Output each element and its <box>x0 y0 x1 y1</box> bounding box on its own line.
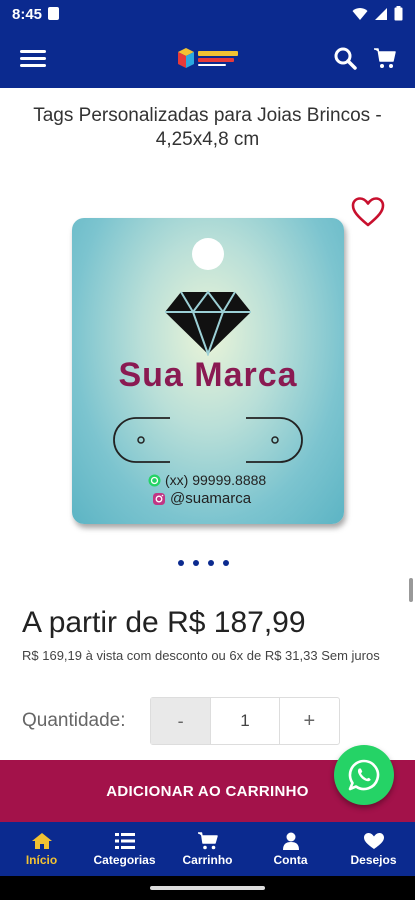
nav-label: Início <box>25 852 58 867</box>
quantity-stepper: - 1 + <box>150 697 340 745</box>
whatsapp-button[interactable] <box>334 745 394 805</box>
installments-text: R$ 169,19 à vista com desconto ou 6x de … <box>22 648 380 663</box>
scrollbar[interactable] <box>409 578 413 602</box>
tag-phone-text: (xx) 99999.8888 <box>165 472 267 488</box>
quantity-decrease-button[interactable]: - <box>151 698 211 744</box>
nav-item-carrinho[interactable]: Carrinho <box>166 822 249 876</box>
tag-hole <box>192 238 224 270</box>
carousel-dot[interactable] <box>208 560 214 566</box>
signal-icon <box>375 7 387 20</box>
nav-label: Desejos <box>350 852 397 867</box>
nav-item-categorias[interactable]: Categorias <box>83 822 166 876</box>
quantity-value[interactable]: 1 <box>210 698 280 744</box>
nav-label: Carrinho <box>182 852 233 867</box>
wishlist-heart-icon[interactable] <box>351 196 385 228</box>
nav-label: Categorias <box>93 852 156 867</box>
sd-card-icon <box>48 7 59 20</box>
nav-item-desejos[interactable]: Desejos <box>332 822 415 876</box>
cart-icon <box>197 831 218 849</box>
tag-instagram-text: @suamarca <box>170 490 252 507</box>
diamond-icon <box>165 290 251 356</box>
instagram-icon <box>153 492 165 505</box>
nav-item-conta[interactable]: Conta <box>249 822 332 876</box>
store-logo[interactable] <box>176 46 240 70</box>
cart-icon[interactable] <box>373 46 397 70</box>
product-price: A partir de R$ 187,99 <box>22 606 306 639</box>
product-image[interactable]: Sua Marca (xx) 99999.8888 @suamarca <box>72 218 344 524</box>
quantity-increase-button[interactable]: + <box>280 698 339 744</box>
carousel-dots <box>178 560 229 566</box>
whatsapp-icon <box>348 759 380 791</box>
menu-icon[interactable] <box>20 46 46 72</box>
user-icon <box>282 832 299 850</box>
nav-item-inicio[interactable]: Início <box>0 822 83 876</box>
whatsapp-small-icon <box>148 474 161 486</box>
status-time: 8:45 <box>12 6 43 23</box>
tag-phone: (xx) 99999.8888 <box>148 472 266 488</box>
earring-slots <box>113 417 303 463</box>
nav-label: Conta <box>273 852 308 867</box>
system-icons <box>352 6 403 21</box>
carousel-dot[interactable] <box>223 560 229 566</box>
list-icon <box>114 832 135 849</box>
wifi-icon <box>352 7 368 20</box>
heart-icon <box>363 832 384 849</box>
carousel-dot[interactable] <box>178 560 184 566</box>
status-bar: 8:45 <box>0 0 415 30</box>
brand-text: Sua Marca <box>118 356 298 394</box>
tag-instagram: @suamarca <box>152 490 251 507</box>
battery-icon <box>394 6 403 21</box>
home-icon <box>31 832 52 849</box>
gesture-bar <box>0 876 415 900</box>
quantity-label: Quantidade: <box>22 710 126 731</box>
app-bar <box>0 30 415 88</box>
carousel-dot[interactable] <box>193 560 199 566</box>
bottom-nav: Início Categorias Carrinho Conta Desejos <box>0 822 415 876</box>
product-title: Tags Personalizadas para Joias Brincos -… <box>33 105 382 150</box>
search-icon[interactable] <box>333 46 357 70</box>
gesture-handle[interactable] <box>150 886 265 890</box>
